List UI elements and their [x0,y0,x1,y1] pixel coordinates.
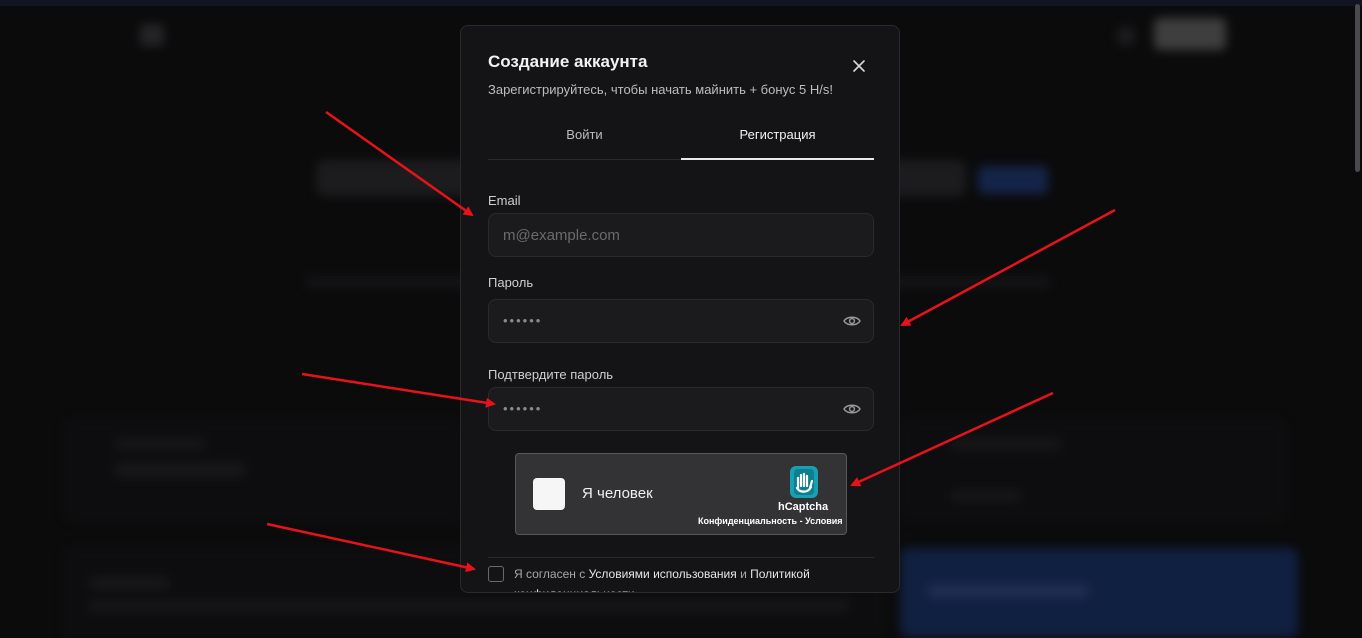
hcaptcha-widget: Я человек hCaptcha Конфиденциальность - … [515,453,847,535]
bg-line [115,463,245,477]
captcha-privacy-link[interactable]: Конфиденциальность [698,516,797,526]
eye-icon [843,402,861,416]
captcha-label: Я человек [582,485,653,502]
tab-register[interactable]: Регистрация [681,118,874,160]
bg-heading-accent [978,166,1048,194]
bg-line [951,439,1061,449]
bg-card-right [900,420,1286,520]
captcha-brand: hCaptcha [778,501,828,513]
agreement-prefix: Я согласен с [514,567,589,581]
email-input[interactable] [488,213,874,257]
bg-logo [140,24,164,46]
close-icon [849,56,869,76]
confirm-password-label: Подтвердите пароль [488,367,613,382]
captcha-terms-link[interactable]: Условия [805,516,842,526]
password-label: Пароль [488,275,533,290]
agreement-middle: и [737,567,750,581]
auth-tabs: Войти Регистрация [488,118,874,160]
bg-line [951,491,1021,501]
captcha-links: Конфиденциальность - Условия [698,516,843,526]
confirm-password-input[interactable]: •••••• [488,387,874,431]
bg-line [928,584,1088,598]
agreement-text: Я согласен с Условиями использования и П… [514,564,854,593]
bg-line [115,439,205,449]
divider [488,557,874,558]
captcha-checkbox[interactable] [533,478,565,510]
close-button[interactable] [849,56,869,76]
email-label: Email [488,193,521,208]
captcha-links-separator: - [797,516,805,526]
modal-title: Создание аккаунта [488,52,647,72]
eye-icon [843,314,861,328]
bg-icon [1116,26,1136,46]
bg-line [89,577,169,589]
modal-subtitle: Зарегистрируйтесь, чтобы начать майнить … [488,82,833,97]
bg-line [89,601,849,611]
hcaptcha-logo-icon [786,464,822,500]
agree-checkbox[interactable] [488,566,504,582]
bg-button [1154,18,1226,50]
bg-card-left [64,420,464,520]
password-visibility-toggle[interactable] [843,314,861,328]
page-scrollbar[interactable] [1355,4,1360,172]
tab-login[interactable]: Войти [488,118,681,160]
terms-link[interactable]: Условиями использования [589,567,737,581]
password-input[interactable]: •••••• [488,299,874,343]
signup-modal: Создание аккаунта Зарегистрируйтесь, что… [460,25,900,593]
confirm-password-visibility-toggle[interactable] [843,402,861,416]
